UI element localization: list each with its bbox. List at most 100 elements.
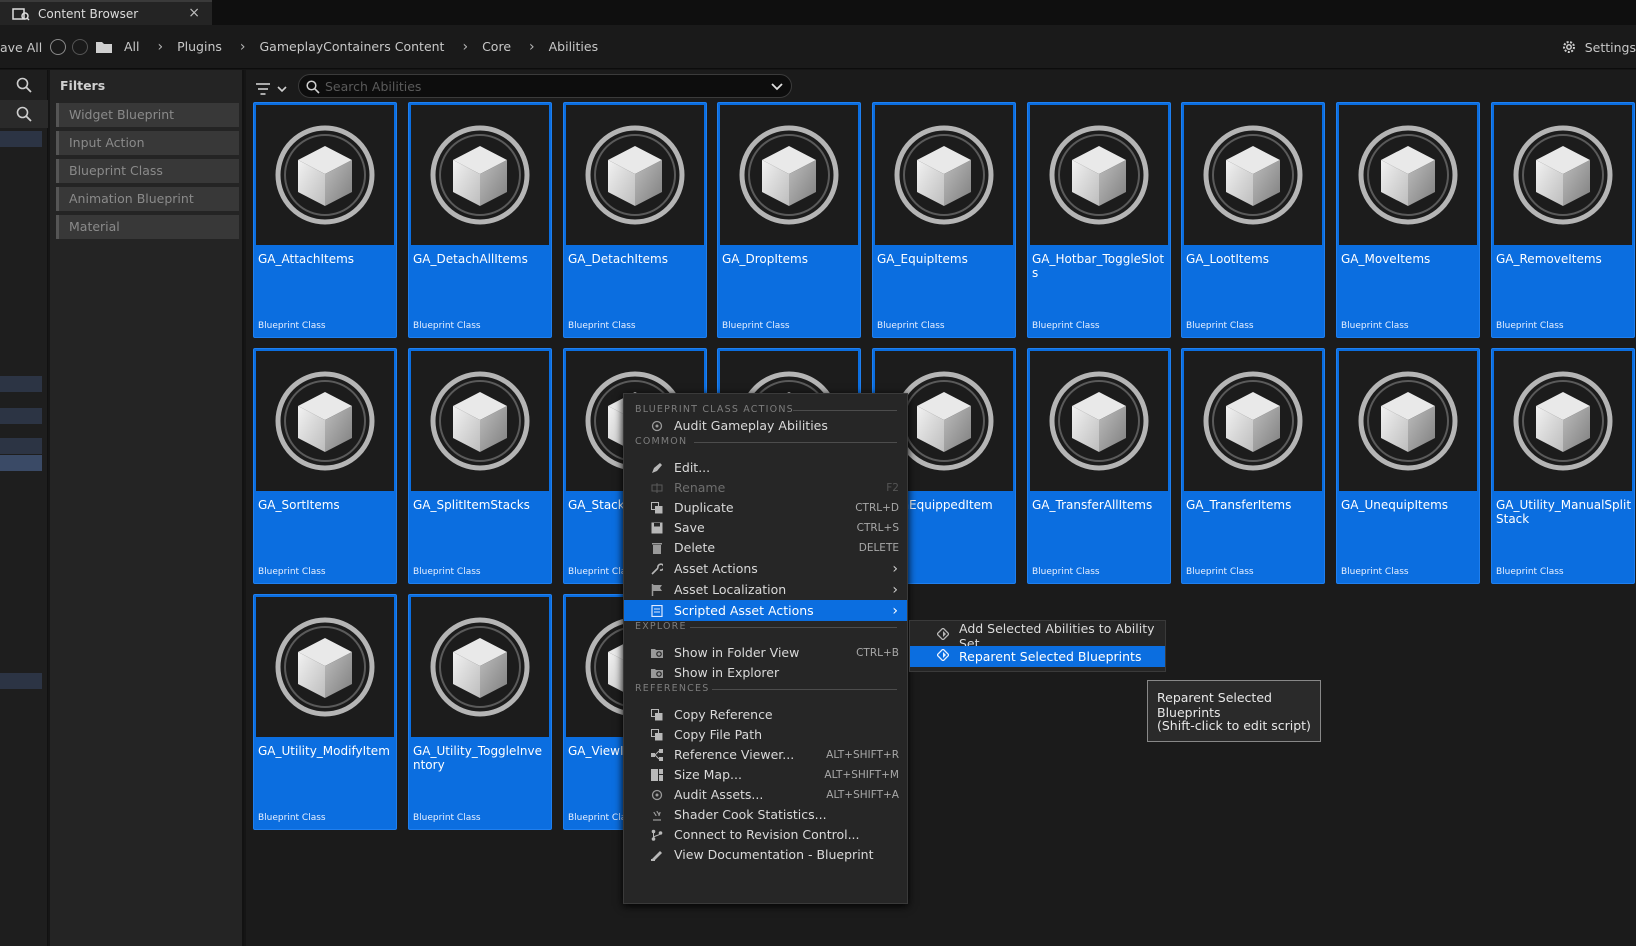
tab-bar: Content Browser × — [0, 0, 1636, 25]
filter-widget-blueprint[interactable]: Widget Blueprint — [56, 103, 239, 127]
menu-item-show-in-folder-view[interactable]: Show in Folder View CTRL+B — [624, 642, 907, 663]
save-all-button[interactable]: ave All — [0, 40, 42, 55]
asset-tile[interactable]: GA_SortItems Blueprint Class — [253, 348, 397, 584]
asset-name: GA_DetachItems — [568, 252, 668, 266]
asset-name: GA_UnequipItems — [1341, 498, 1449, 512]
asset-tile[interactable]: GA_Hotbar_ToggleSlots Blueprint Class — [1027, 102, 1171, 338]
menu-item-copy-reference[interactable]: Copy Reference — [624, 704, 907, 725]
asset-tile[interactable]: GA_Utility_ModifyItem Blueprint Class — [253, 594, 397, 830]
folder-tree-item[interactable] — [0, 438, 42, 454]
filter-blueprint-class[interactable]: Blueprint Class — [56, 159, 239, 183]
chevron-down-icon[interactable] — [771, 82, 783, 92]
asset-tile[interactable]: GA_Utility_ManualSplitStack Blueprint Cla… — [1491, 348, 1635, 584]
breadcrumb-all[interactable]: All — [124, 39, 140, 54]
filter-material[interactable]: Material — [56, 215, 239, 239]
folder-tree-item[interactable] — [0, 455, 42, 471]
reference-graph-icon — [651, 748, 663, 761]
menu-item-duplicate[interactable]: Duplicate CTRL+D — [624, 497, 907, 518]
asset-tile[interactable]: GA_RemoveItems Blueprint Class — [1491, 102, 1635, 338]
menu-item-delete[interactable]: Delete DELETE — [624, 537, 907, 558]
menu-item-audit-gameplay-abilities[interactable]: Audit Gameplay Abilities — [624, 415, 907, 436]
asset-tile[interactable]: GA_DetachItems Blueprint Class — [563, 102, 707, 338]
tooltip: Reparent Selected Blueprints (Shift-clic… — [1147, 680, 1321, 742]
breadcrumb-abilities[interactable]: Abilities — [549, 39, 598, 54]
asset-tile[interactable]: GA_MoveItems Blueprint Class — [1336, 102, 1480, 338]
search-input[interactable] — [325, 78, 745, 95]
settings-button[interactable]: Settings — [1561, 39, 1636, 55]
submenu-item-reparent-blueprints[interactable]: Reparent Selected Blueprints — [910, 646, 1165, 667]
breadcrumb-core[interactable]: Core — [482, 39, 511, 54]
chevron-right-icon[interactable]: › — [240, 40, 246, 54]
asset-name: GA_AttachItems — [258, 252, 355, 266]
menu-item-view-documentation[interactable]: View Documentation - Blueprint — [624, 844, 907, 865]
chevron-right-icon[interactable]: › — [158, 40, 164, 54]
asset-thumbnail — [1184, 105, 1322, 245]
asset-tile[interactable]: GA_TransferItems Blueprint Class — [1181, 348, 1325, 584]
menu-item-scripted-asset-actions[interactable]: Scripted Asset Actions › — [624, 600, 907, 621]
submenu-item-add-to-ability-set[interactable]: Add Selected Abilities to Ability Set — [910, 621, 1165, 651]
search-icon[interactable] — [0, 100, 48, 128]
menu-item-save[interactable]: Save CTRL+S — [624, 517, 907, 538]
diamond-icon — [936, 627, 950, 643]
asset-tile[interactable]: GA_EquipItems Blueprint Class — [872, 102, 1016, 338]
asset-tile[interactable]: GA_DetachAllItems Blueprint Class — [408, 102, 552, 338]
chevron-right-icon[interactable]: › — [462, 40, 468, 54]
asset-tile[interactable]: GA_SplitItemStacks Blueprint Class — [408, 348, 552, 584]
menu-item-show-in-explorer[interactable]: Show in Explorer — [624, 662, 907, 683]
search-icon — [306, 80, 320, 94]
back-icon[interactable] — [50, 39, 66, 55]
filter-input-action[interactable]: Input Action — [56, 131, 239, 155]
asset-name: GA_RemoveItems — [1496, 252, 1602, 266]
folder-search-icon — [651, 667, 663, 679]
section-blueprint-class-actions: BLUEPRINT CLASS ACTIONS — [635, 404, 794, 415]
close-icon[interactable]: × — [188, 5, 200, 21]
asset-tile[interactable]: GA_DropItems Blueprint Class — [717, 102, 861, 338]
asset-tile[interactable]: GA_LootItems Blueprint Class — [1181, 102, 1325, 338]
audit-icon — [651, 789, 663, 801]
menu-item-reference-viewer[interactable]: Reference Viewer... ALT+SHIFT+R — [624, 744, 907, 765]
flag-icon — [651, 583, 663, 596]
asset-tile[interactable]: GA_TransferAllItems Blueprint Class — [1027, 348, 1171, 584]
menu-item-connect-revision-control[interactable]: Connect to Revision Control... — [624, 824, 907, 845]
chevron-right-icon[interactable]: › — [529, 40, 535, 54]
tab-title: Content Browser — [38, 6, 139, 21]
asset-type: Blueprint Class — [1186, 567, 1254, 577]
blueprint-cube-icon — [1513, 371, 1613, 471]
blueprint-cube-icon — [1203, 125, 1303, 225]
menu-item-edit[interactable]: Edit... — [624, 457, 907, 478]
breadcrumb-gameplaycontainers[interactable]: GameplayContainers Content — [260, 39, 445, 54]
breadcrumb-plugins[interactable]: Plugins — [177, 39, 222, 54]
asset-tile[interactable]: GA_AttachItems Blueprint Class — [253, 102, 397, 338]
sources-panel-collapsed — [0, 70, 48, 946]
folder-tree-item[interactable] — [0, 408, 42, 424]
menu-item-size-map[interactable]: Size Map... ALT+SHIFT+M — [624, 764, 907, 785]
search-input-box[interactable] — [298, 74, 792, 98]
menu-item-asset-localization[interactable]: Asset Localization › — [624, 579, 907, 600]
asset-thumbnail — [720, 105, 858, 245]
menu-item-asset-actions[interactable]: Asset Actions › — [624, 558, 907, 579]
search-icon[interactable] — [0, 71, 48, 99]
section-references: REFERENCES — [635, 683, 710, 694]
filter-animation-blueprint[interactable]: Animation Blueprint — [56, 187, 239, 211]
folder-tree-item[interactable] — [0, 131, 42, 147]
menu-item-audit-assets[interactable]: Audit Assets... ALT+SHIFT+A — [624, 784, 907, 805]
asset-tile[interactable]: GA_Utility_ToggleInventory Blueprint Clas… — [408, 594, 552, 830]
asset-thumbnail — [1339, 351, 1477, 491]
asset-name: GA_MoveItems — [1341, 252, 1431, 266]
menu-item-copy-file-path[interactable]: Copy File Path — [624, 724, 907, 745]
filter-dropdown-button[interactable] — [256, 78, 290, 100]
chevron-down-icon — [277, 86, 287, 93]
asset-type: Blueprint Class — [1032, 567, 1100, 577]
menu-item-rename[interactable]: Rename F2 — [624, 477, 907, 498]
forward-icon[interactable] — [72, 39, 88, 55]
tab-content-browser[interactable]: Content Browser × — [0, 0, 212, 25]
folder-tree-item[interactable] — [0, 376, 42, 392]
asset-tile[interactable]: GA_UnequipItems Blueprint Class — [1336, 348, 1480, 584]
chevron-right-icon: › — [892, 581, 898, 598]
asset-type: Blueprint Class — [877, 321, 945, 331]
folder-tree-item[interactable] — [0, 673, 42, 689]
blueprint-cube-icon — [430, 371, 530, 471]
blueprint-cube-icon — [1049, 371, 1149, 471]
menu-item-shader-cook-statistics[interactable]: Shader Cook Statistics... — [624, 804, 907, 825]
shader-icon — [651, 809, 663, 821]
